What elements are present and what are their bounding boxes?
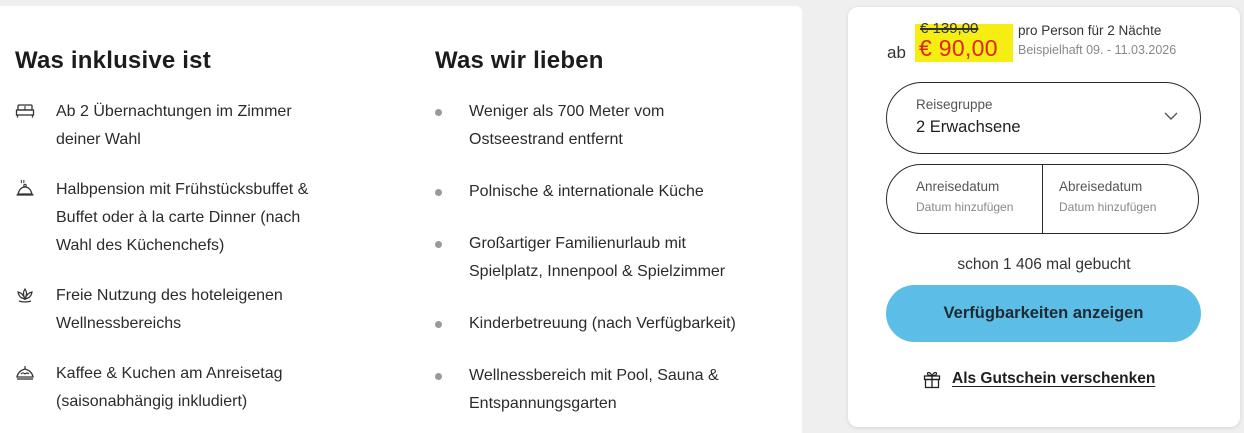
price-per-person: pro Person für 2 Nächte [1018, 23, 1162, 38]
travel-group-label: Reisegruppe [916, 97, 993, 112]
list-item-line: deiner Wahl [56, 131, 141, 148]
bullet-dot [435, 321, 442, 328]
arrival-date-field[interactable]: Anreisedatum Datum hinzufügen [887, 165, 1042, 233]
bullet-dot [435, 373, 442, 380]
list-item: Großartiger Familienurlaub mit Spielplatz… [435, 230, 780, 286]
list-item-line: Buffet oder à la carte Dinner (nach [56, 209, 301, 226]
list-item-line: Kinderbetreuung (nach Verfügbarkeit) [469, 315, 736, 332]
list-item-line: Ostseestrand entfernt [469, 131, 623, 148]
list-item: Polnische & internationale Küche [435, 178, 780, 206]
departure-date-label: Abreisedatum [1059, 179, 1143, 194]
bed-icon [15, 101, 35, 121]
gift-voucher-link[interactable]: Als Gutschein verschenken [922, 368, 1155, 390]
list-item-line: Freie Nutzung des hoteleigenen [56, 287, 283, 304]
new-price: € 90,00 [919, 35, 998, 61]
arrival-date-label: Anreisedatum [916, 179, 1000, 194]
list-item: Halbpension mit Frühstücksbuffet & Buffet… [15, 176, 345, 260]
list-item-line: Weniger als 700 Meter vom [469, 103, 665, 120]
chevron-down-icon [1164, 112, 1178, 120]
list-item-line: Wellnessbereich mit Pool, Sauna & [469, 367, 719, 384]
departure-date-placeholder: Datum hinzufügen [1059, 200, 1157, 214]
bullet-dot [435, 241, 442, 248]
booked-count: schon 1 406 mal gebucht [957, 256, 1131, 273]
inclusive-list: Ab 2 Übernachtungen im Zimmer deiner Wahl… [15, 98, 345, 416]
arrival-date-placeholder: Datum hinzufügen [916, 200, 1014, 214]
travel-group-value: 2 Erwachsene [916, 118, 1021, 136]
love-column: Was wir lieben Weniger als 700 Meter vom… [435, 46, 780, 418]
list-item-line: Kaffee & Kuchen am Anreisetag [56, 365, 283, 382]
list-item-line: Ab 2 Übernachtungen im Zimmer [56, 103, 292, 120]
gift-icon [923, 371, 941, 389]
bullet-dot [435, 109, 442, 116]
bullet-dot [435, 189, 442, 196]
list-item: Kaffee & Kuchen am Anreisetag (saisonabhä… [15, 360, 345, 416]
travel-group-select[interactable]: Reisegruppe 2 Erwachsene [886, 82, 1201, 154]
list-item-line: Wahl des Küchenchefs) [56, 237, 225, 254]
list-item: Freie Nutzung des hoteleigenen Wellnessbe… [15, 282, 345, 338]
love-list: Weniger als 700 Meter vom Ostseestrand en… [435, 98, 780, 418]
list-item: Wellnessbereich mit Pool, Sauna & Entspan… [435, 362, 780, 418]
show-availability-button[interactable]: Verfügbarkeiten anzeigen [886, 285, 1201, 342]
list-item: Ab 2 Übernachtungen im Zimmer deiner Wahl [15, 98, 345, 154]
list-item-line: Entspannungsgarten [469, 395, 617, 412]
love-heading: Was wir lieben [435, 47, 604, 74]
price-example-dates: Beispielhaft 09. - 11.03.2026 [1018, 43, 1177, 57]
price-prefix: ab [887, 43, 906, 62]
date-range-field: Anreisedatum Datum hinzufügen Abreisedat… [886, 164, 1199, 234]
list-item-line: Großartiger Familienurlaub mit [469, 235, 686, 252]
inclusive-heading: Was inklusive ist [15, 47, 211, 74]
departure-date-field[interactable]: Abreisedatum Datum hinzufügen [1043, 165, 1198, 233]
features-panel: Was inklusive ist Ab 2 Übernachtungen im… [0, 6, 802, 433]
inclusive-column: Was inklusive ist Ab 2 Übernachtungen im… [15, 46, 345, 416]
list-item-line: Wellnessbereichs [56, 315, 182, 332]
list-item-line: Spielplatz, Innenpool & Spielzimmer [469, 263, 726, 280]
cake-icon [15, 363, 35, 383]
food-cloche-icon [15, 179, 35, 199]
list-item-line: Polnische & internationale Küche [469, 183, 704, 200]
list-item: Kinderbetreuung (nach Verfügbarkeit) [435, 310, 780, 338]
list-item: Weniger als 700 Meter vom Ostseestrand en… [435, 98, 780, 154]
list-item-line: (saisonabhängig inkludiert) [56, 393, 248, 410]
list-item-line: Halbpension mit Frühstücksbuffet & [56, 181, 309, 198]
booking-card: ab € 139,00 € 90,00 pro Person für 2 Näc… [848, 7, 1240, 427]
gift-voucher-label: Als Gutschein verschenken [952, 370, 1156, 387]
lotus-icon [15, 285, 35, 305]
